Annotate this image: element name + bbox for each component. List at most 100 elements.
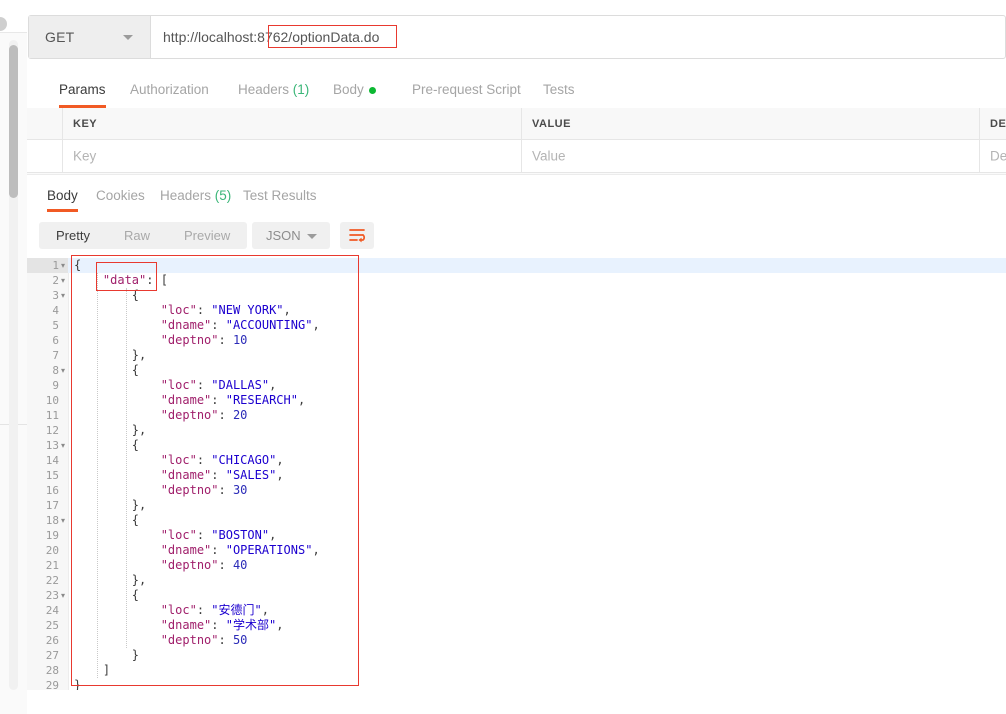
- params-value-placeholder: Value: [532, 148, 566, 164]
- line-number: 24: [45, 604, 59, 617]
- params-description-placeholder: Description: [990, 148, 1006, 164]
- code-line: "deptno": 10: [160, 333, 248, 347]
- tab-label: Pre-request Script: [412, 82, 521, 97]
- fold-arrow-icon[interactable]: ▾: [59, 588, 67, 603]
- line-number: 4: [52, 304, 59, 317]
- code-line: ]: [102, 663, 111, 677]
- code-line: {: [131, 513, 140, 527]
- params-row-checkbox[interactable]: [27, 140, 63, 172]
- params-header-description: DESCRIPTION: [980, 108, 1006, 139]
- format-mode-raw[interactable]: Raw: [107, 222, 167, 249]
- fold-arrow-icon[interactable]: ▾: [59, 438, 67, 453]
- code-line: "loc": "安德门",: [160, 603, 269, 617]
- code-line: "deptno": 30: [160, 483, 248, 497]
- format-mode-preview[interactable]: Preview: [167, 222, 247, 249]
- tab-count: (1): [292, 82, 310, 97]
- tab-label: Authorization: [130, 82, 209, 97]
- tab-label: Body: [333, 82, 364, 97]
- tab-label: Body: [47, 188, 78, 203]
- fold-arrow-icon[interactable]: ▾: [59, 513, 67, 528]
- params-key-placeholder: Key: [73, 148, 97, 164]
- tab-count: (5): [214, 188, 232, 203]
- line-number: 20: [45, 544, 59, 557]
- code-line: {: [74, 258, 82, 272]
- code-line: },: [131, 498, 147, 512]
- response-tab-headers[interactable]: Headers (5): [160, 180, 231, 212]
- code-line: "deptno": 20: [160, 408, 248, 422]
- fold-arrow-icon[interactable]: ▾: [59, 363, 67, 378]
- line-number: 9: [52, 379, 59, 392]
- line-number: 19: [45, 529, 59, 542]
- params-table: KEY VALUE DESCRIPTION Key Value Descr: [27, 108, 1006, 186]
- code-line: "deptno": 50: [160, 633, 248, 647]
- params-header-value-label: VALUE: [532, 117, 571, 130]
- indent-guide: [97, 273, 99, 678]
- fold-arrow-icon[interactable]: ▾: [59, 273, 67, 288]
- line-number: 16: [45, 484, 59, 497]
- response-tab-body[interactable]: Body: [47, 180, 78, 212]
- params-key-input[interactable]: Key: [63, 140, 522, 172]
- method-selector[interactable]: GET: [29, 16, 151, 58]
- code-lines: { "data": [ { "loc": "NEW YORK", "dname"…: [68, 258, 1006, 714]
- params-empty-row: Key Value Description: [27, 140, 1006, 173]
- code-line: "dname": "OPERATIONS",: [160, 543, 320, 557]
- response-body-editor[interactable]: { "data": [ { "loc": "NEW YORK", "dname"…: [27, 258, 1006, 714]
- code-line: {: [131, 588, 140, 602]
- params-header-key-label: KEY: [73, 117, 98, 130]
- tab-label: Headers: [160, 188, 212, 203]
- request-tab-authorization[interactable]: Authorization: [130, 72, 209, 108]
- response-tab-test-results[interactable]: Test Results: [243, 180, 317, 212]
- response-tabs: Body Cookies Headers (5) Test Results: [27, 180, 1006, 213]
- editor-bottom-fill: [27, 690, 1006, 714]
- line-number: 7: [52, 349, 59, 362]
- request-tab-params[interactable]: Params: [59, 72, 106, 108]
- params-header-value: VALUE: [522, 108, 980, 139]
- params-header-row: KEY VALUE DESCRIPTION: [27, 108, 1006, 140]
- request-url-row: GET http://localhost:8762/optionData.do: [27, 0, 1006, 73]
- main-pane: GET http://localhost:8762/optionData.do …: [27, 0, 1006, 714]
- format-mode-group: Pretty Raw Preview: [39, 222, 248, 249]
- request-tab-pre-request-script[interactable]: Pre-request Script: [412, 72, 521, 108]
- params-description-input[interactable]: Description: [980, 140, 1006, 172]
- code-line: "loc": "NEW YORK",: [160, 303, 291, 317]
- indent-guide: [126, 288, 128, 648]
- method-label: GET: [45, 29, 75, 45]
- format-mode-pretty[interactable]: Pretty: [39, 222, 107, 249]
- code-line: },: [131, 423, 147, 437]
- line-number: 11: [45, 409, 59, 422]
- language-label: JSON: [266, 228, 301, 243]
- code-line: "loc": "CHICAGO",: [160, 453, 284, 467]
- tab-label: Params: [59, 82, 106, 97]
- line-number: 6: [52, 334, 59, 347]
- code-line: "deptno": 40: [160, 558, 248, 572]
- code-line: }: [131, 648, 140, 662]
- tab-label: Test Results: [243, 188, 317, 203]
- sidebar-scrollbar-thumb[interactable]: [9, 45, 18, 198]
- chevron-down-icon: [307, 234, 317, 239]
- fold-arrow-icon[interactable]: ▾: [59, 258, 67, 273]
- response-format-bar: Pretty Raw Preview JSON: [27, 212, 1006, 258]
- left-rail: [0, 0, 28, 714]
- response-tab-cookies[interactable]: Cookies: [96, 180, 145, 212]
- request-tab-body[interactable]: Body: [333, 72, 376, 108]
- code-line: {: [131, 288, 140, 302]
- code-line: "dname": "SALES",: [160, 468, 284, 482]
- code-line: "dname": "ACCOUNTING",: [160, 318, 320, 332]
- body-present-dot-icon: [368, 86, 376, 94]
- line-number: 26: [45, 634, 59, 647]
- code-line: "data": [: [102, 273, 168, 287]
- wrap-lines-button[interactable]: [340, 222, 374, 249]
- line-number: 15: [45, 469, 59, 482]
- code-line: {: [131, 438, 140, 452]
- params-header-description-label: DESCRIPTION: [990, 117, 1006, 130]
- line-number: 27: [45, 649, 59, 662]
- params-value-input[interactable]: Value: [522, 140, 980, 172]
- fold-arrow-icon[interactable]: ▾: [59, 288, 67, 303]
- line-number: 10: [45, 394, 59, 407]
- language-selector[interactable]: JSON: [252, 222, 330, 249]
- request-tab-headers[interactable]: Headers (1): [238, 72, 309, 108]
- postman-window: GET http://localhost:8762/optionData.do …: [0, 0, 1006, 714]
- params-header-key: KEY: [63, 108, 522, 139]
- request-tab-tests[interactable]: Tests: [543, 72, 575, 108]
- line-number: 14: [45, 454, 59, 467]
